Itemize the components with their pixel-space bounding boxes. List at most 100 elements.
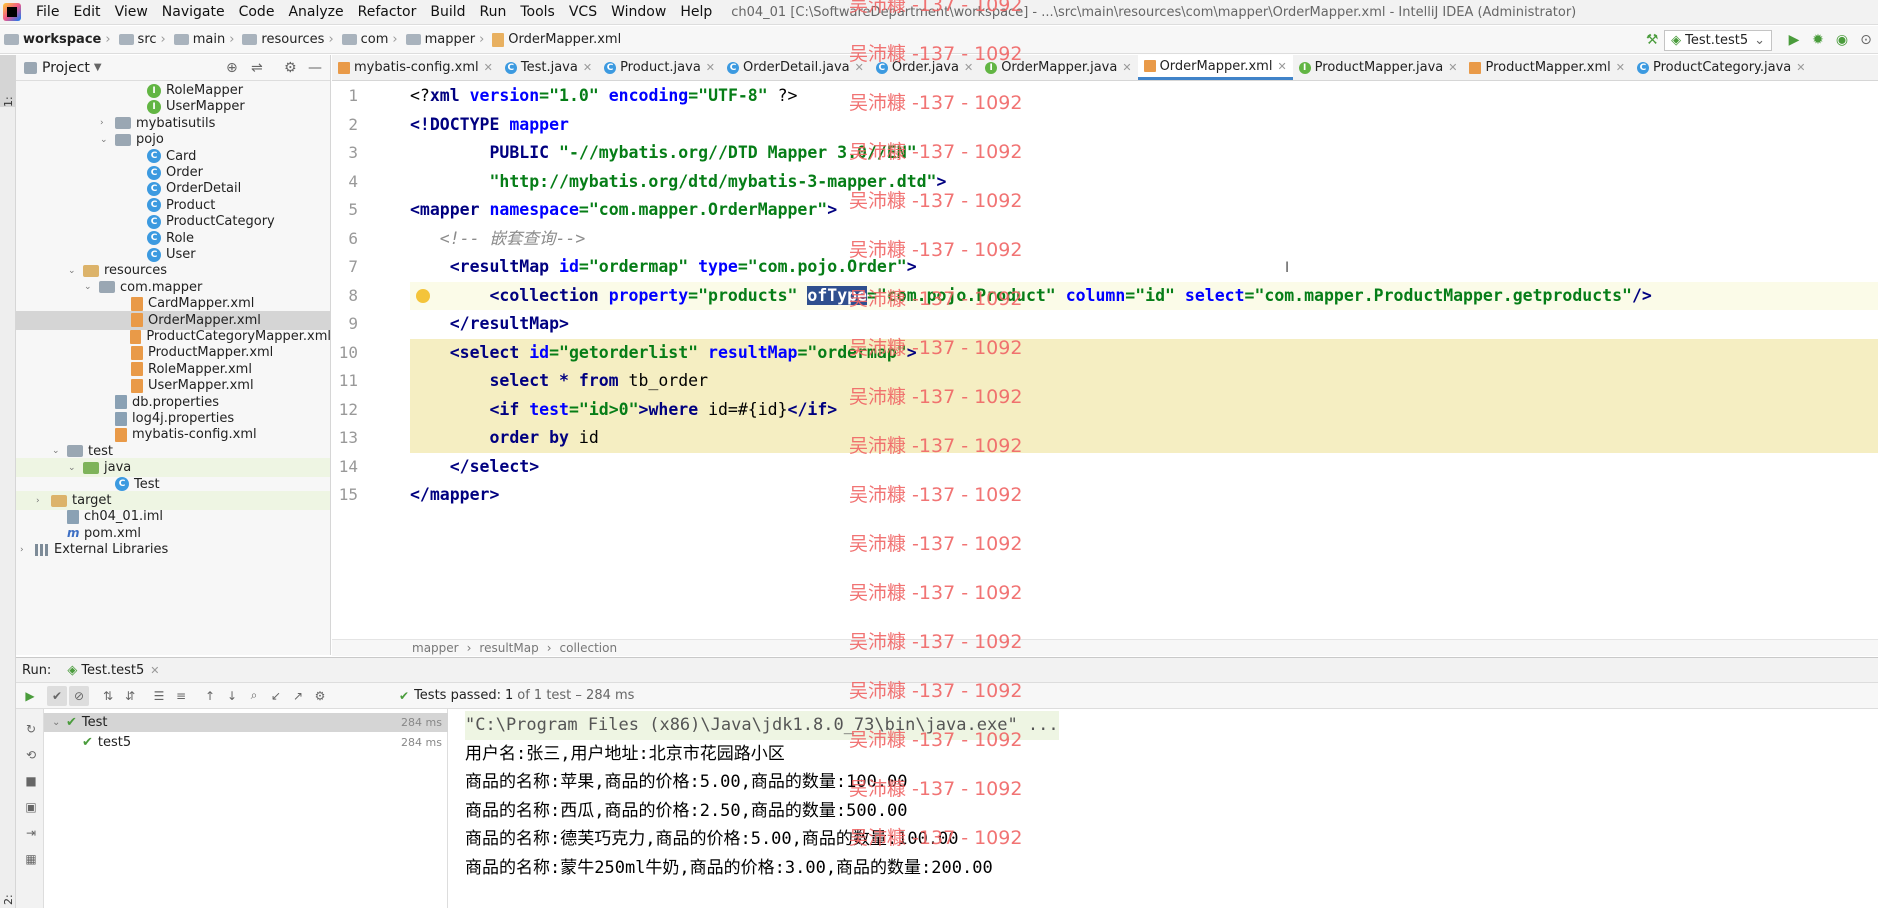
test-tree-row[interactable]: ⌄ ✔ Test 284 ms <box>44 713 448 732</box>
breadcrumb-item[interactable]: main › <box>173 32 239 47</box>
console-output[interactable]: "C:\Program Files (x86)\Java\jdk1.8.0_73… <box>451 709 1878 908</box>
breadcrumb-item[interactable]: OrderMapper.xml <box>492 32 621 47</box>
code-line[interactable]: <mapper namespace="com.mapper.OrderMappe… <box>410 196 1878 225</box>
editor-tab[interactable]: C OrderDetail.java ✕ <box>721 55 870 80</box>
menu-item-run[interactable]: Run <box>473 0 514 25</box>
editor-tab[interactable]: C Order.java ✕ <box>870 55 979 80</box>
breadcrumb-item[interactable]: resources › <box>242 32 337 47</box>
code-line[interactable]: </select> <box>410 453 1878 482</box>
run-configuration-select[interactable]: ◈ Test.test5 ⌄ <box>1664 29 1772 51</box>
breadcrumb-item[interactable]: workspace › <box>4 32 115 47</box>
console-line[interactable]: 商品的名称:德芙巧克力,商品的价格:5.00,商品的数量:100.00 <box>465 825 959 854</box>
close-icon[interactable]: ✕ <box>1122 61 1131 74</box>
close-icon[interactable]: ✕ <box>706 61 715 74</box>
code-line[interactable]: order by id <box>410 424 1878 453</box>
expand-arrow-icon[interactable]: ⌄ <box>52 717 66 728</box>
rerun-icon[interactable]: ▶ <box>20 686 40 706</box>
console-line[interactable]: 商品的名称:西瓜,商品的价格:2.50,商品的数量:500.00 <box>465 797 908 826</box>
expand-arrow-icon[interactable]: ⌄ <box>68 266 78 276</box>
code-editor[interactable]: 1 2 3 4 5 6 7 8 9 10 11 12 13 14 15 <?xml version="1.0… <box>332 82 1878 640</box>
menu-item-code[interactable]: Code <box>232 0 282 25</box>
menu-item-vcs[interactable]: VCS <box>562 0 604 25</box>
editor-tab[interactable]: mybatis-config.xml ✕ <box>332 55 499 80</box>
run-icon[interactable]: ▶ <box>1785 31 1803 49</box>
breadcrumb-item[interactable]: src › <box>118 32 170 47</box>
show-passed-icon[interactable]: ✔ <box>47 685 67 706</box>
favorites-tool-button[interactable]: 2: Favorites <box>0 855 28 905</box>
editor-tab[interactable]: C Test.java ✕ <box>499 55 598 80</box>
editor-tab[interactable]: I ProductMapper.java ✕ <box>1293 55 1464 80</box>
console-line[interactable]: 用户名:张三,用户地址:北京市花园路小区 <box>465 740 785 769</box>
breadcrumb-item[interactable]: com › <box>341 32 402 47</box>
menu-item-build[interactable]: Build <box>423 0 472 25</box>
locate-icon[interactable]: ⊕ <box>226 60 238 76</box>
expand-arrow-icon[interactable]: ⌄ <box>100 135 110 145</box>
export-icon[interactable]: ↗ <box>288 686 308 706</box>
code-line[interactable]: <collection property="products" ofType="… <box>410 281 1878 310</box>
project-panel-title[interactable]: Project <box>42 60 90 76</box>
debug-icon[interactable]: ✹ <box>1809 31 1827 49</box>
editor-tab[interactable]: OrderMapper.xml ✕ <box>1137 55 1293 80</box>
editor-tab[interactable]: I OrderMapper.java ✕ <box>979 55 1137 80</box>
console-line[interactable]: "C:\Program Files (x86)\Java\jdk1.8.0_73… <box>465 711 1059 740</box>
console-line[interactable]: 商品的名称:蒙牛250ml牛奶,商品的价格:3.00,商品的数量:200.00 <box>465 854 993 883</box>
show-ignored-icon[interactable]: ⊘ <box>69 685 89 706</box>
build-hammer-icon[interactable]: ⚒ <box>1643 31 1661 49</box>
menu-item-window[interactable]: Window <box>604 0 673 25</box>
menu-item-navigate[interactable]: Navigate <box>155 0 232 25</box>
editor-tab[interactable]: C ProductCategory.java ✕ <box>1631 55 1811 80</box>
close-icon[interactable]: ✕ <box>1796 61 1805 74</box>
console-line[interactable]: 商品的名称:苹果,商品的价格:5.00,商品的数量:100.00 <box>465 768 908 797</box>
code-line[interactable]: <?xml version="1.0" encoding="UTF-8" ?> <box>410 82 1878 111</box>
layout-icon[interactable]: ▦ <box>21 849 41 869</box>
menu-item-file[interactable]: File <box>29 0 66 25</box>
profile-icon[interactable]: ⊙ <box>1857 31 1875 49</box>
coverage-icon[interactable]: ◉ <box>1833 31 1851 49</box>
test-tree-row[interactable]: ✔ test5 284 ms <box>44 733 448 752</box>
editor-breadcrumb-item[interactable]: collection <box>560 641 618 655</box>
expand-arrow-icon[interactable]: ⌄ <box>84 282 94 292</box>
next-icon[interactable]: ↓ <box>222 686 242 706</box>
sort-duration-icon[interactable]: ⇵ <box>120 686 140 706</box>
rerun-failed-icon[interactable]: ↻ <box>21 719 41 739</box>
expand-arrow-icon[interactable]: ⌄ <box>68 463 78 473</box>
code-line[interactable]: <resultMap id="ordermap" type="com.pojo.… <box>410 253 1878 282</box>
code-line[interactable]: PUBLIC "-//mybatis.org//DTD Mapper 3.0//… <box>410 139 1878 168</box>
collapse-all-icon[interactable]: ≡ <box>171 686 191 706</box>
exit-icon[interactable]: ⇥ <box>21 823 41 843</box>
run-config-tab[interactable]: Test.test5 <box>81 663 144 678</box>
search-icon[interactable]: ⌕ <box>244 686 264 706</box>
breadcrumb-item[interactable]: mapper › <box>405 32 489 47</box>
editor-tab[interactable]: ProductMapper.xml ✕ <box>1463 55 1631 80</box>
code-line[interactable]: "http://mybatis.org/dtd/mybatis-3-mapper… <box>410 168 1878 197</box>
chevron-down-icon[interactable]: ▼ <box>94 62 102 73</box>
expand-arrow-icon[interactable]: › <box>36 496 46 506</box>
menu-item-refactor[interactable]: Refactor <box>351 0 424 25</box>
code-line[interactable]: <!-- 嵌套查询--> <box>410 225 1878 254</box>
menu-item-tools[interactable]: Tools <box>513 0 562 25</box>
code-line[interactable]: <!DOCTYPE mapper <box>410 111 1878 140</box>
close-icon[interactable]: ✕ <box>484 61 493 74</box>
close-icon[interactable]: ✕ <box>583 61 592 74</box>
code-line[interactable]: <select id="getorderlist" resultMap="ord… <box>410 338 1878 367</box>
collapse-icon[interactable]: ⇌ <box>251 60 263 76</box>
camera-icon[interactable]: ▣ <box>21 797 41 817</box>
expand-arrow-icon[interactable]: ⌄ <box>52 446 62 456</box>
lightbulb-icon[interactable] <box>416 289 430 303</box>
import-icon[interactable]: ↙ <box>266 686 286 706</box>
editor-tab[interactable]: C Product.java ✕ <box>598 55 721 80</box>
menu-item-view[interactable]: View <box>108 0 155 25</box>
code-line[interactable]: </resultMap> <box>410 310 1878 339</box>
menu-item-edit[interactable]: Edit <box>66 0 107 25</box>
close-icon[interactable]: ✕ <box>1448 61 1457 74</box>
close-icon[interactable]: ✕ <box>964 61 973 74</box>
gear-icon[interactable]: ⚙ <box>310 686 330 706</box>
previous-icon[interactable]: ↑ <box>200 686 220 706</box>
menu-item-help[interactable]: Help <box>673 0 719 25</box>
project-tool-button[interactable]: 1: Project <box>0 55 28 107</box>
close-icon[interactable]: ✕ <box>150 664 159 677</box>
minimize-icon[interactable]: — <box>308 60 322 76</box>
sort-alpha-icon[interactable]: ⇅ <box>98 686 118 706</box>
editor-breadcrumb-item[interactable]: resultMap <box>479 641 538 655</box>
editor-breadcrumb-item[interactable]: mapper <box>412 641 459 655</box>
